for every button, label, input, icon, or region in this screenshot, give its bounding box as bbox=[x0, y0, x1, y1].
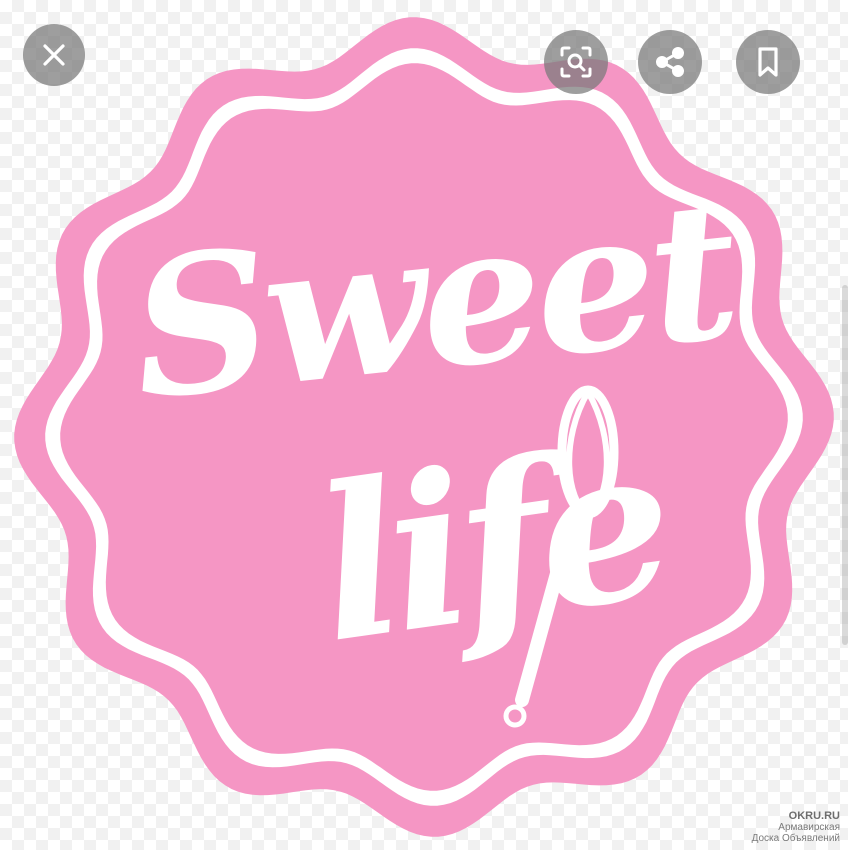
watermark-site: OKRU.RU bbox=[788, 810, 840, 822]
scrollbar[interactable] bbox=[842, 285, 848, 645]
visual-search-button[interactable] bbox=[544, 30, 608, 94]
share-button[interactable] bbox=[638, 30, 702, 94]
watermark: OKRU.RU Армавирская Доска Объявлений bbox=[751, 810, 840, 845]
image-viewer: Sweet life OKRU.RU Армавирская Доска Объ… bbox=[0, 0, 848, 850]
watermark-line-2: Доска Объявлений bbox=[751, 833, 840, 844]
lens-icon bbox=[560, 46, 592, 78]
logo-text-life: life bbox=[303, 397, 679, 690]
share-icon bbox=[656, 47, 684, 77]
watermark-line-1: Армавирская bbox=[778, 822, 840, 833]
bookmark-button[interactable] bbox=[736, 30, 800, 94]
close-icon bbox=[43, 44, 65, 66]
bookmark-icon bbox=[758, 47, 778, 77]
close-button[interactable] bbox=[23, 24, 85, 86]
sweet-life-logo: Sweet life bbox=[14, 17, 834, 837]
